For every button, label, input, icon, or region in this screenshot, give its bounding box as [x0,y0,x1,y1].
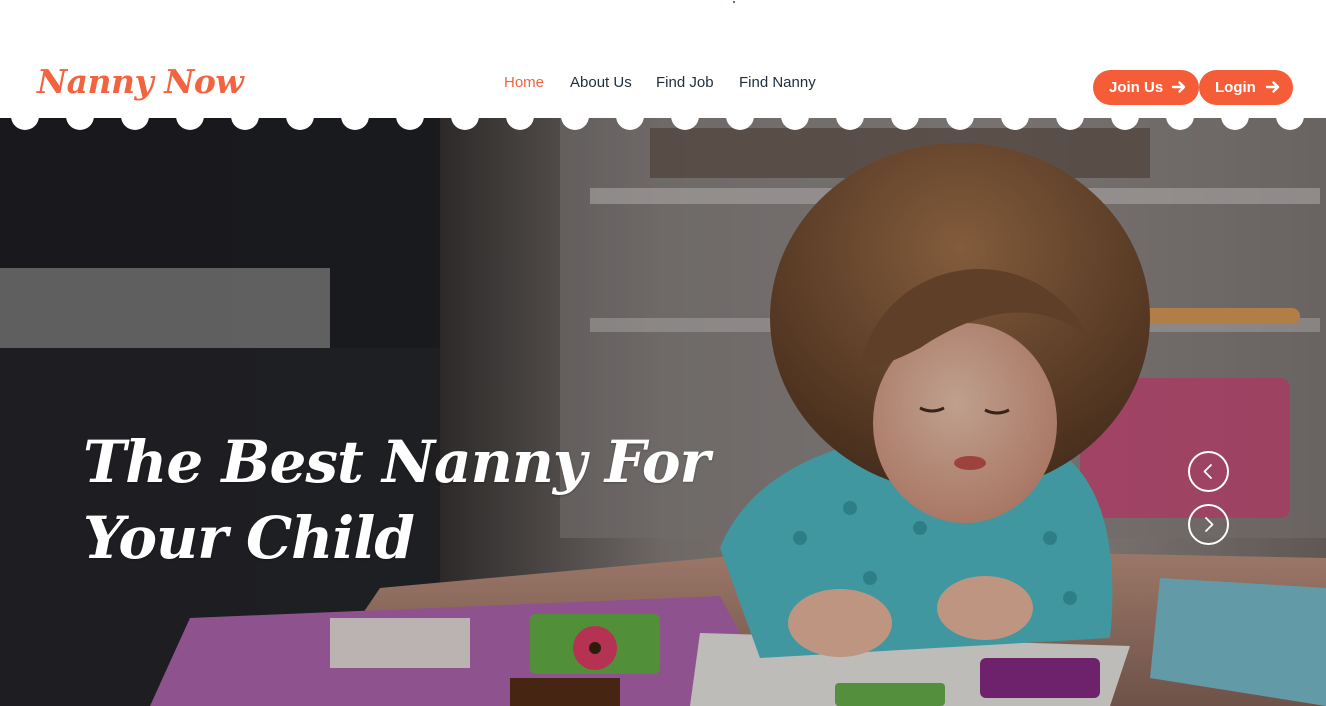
child-reading-book-photo [0,118,1326,706]
nav-about-us[interactable]: About Us [570,74,656,91]
nav-home[interactable]: Home [504,74,570,91]
arrow-right-icon [1171,81,1186,93]
slider-next-button[interactable] [1188,504,1229,545]
chevron-left-icon [1203,464,1212,479]
hero-slider: The Best Nanny For Your Child [0,118,1326,706]
nav-find-nanny[interactable]: Find Nanny [739,74,819,91]
top-dot [733,1,735,3]
login-label: Login [1215,79,1256,96]
join-us-button[interactable]: Join Us [1093,70,1199,105]
arrow-right-icon [1265,81,1280,93]
main-nav: Home About Us Find Job Find Nanny [504,74,819,91]
hero-title: The Best Nanny For Your Child [83,428,710,572]
nav-find-job[interactable]: Find Job [656,74,739,91]
chevron-right-icon [1205,517,1214,532]
site-header: Nanny Now Home About Us Find Job Find Na… [0,0,1326,118]
brand-logo[interactable]: Nanny Now [37,62,244,101]
join-us-label: Join Us [1109,79,1164,96]
login-button[interactable]: Login [1199,70,1293,105]
slider-prev-button[interactable] [1188,451,1229,492]
